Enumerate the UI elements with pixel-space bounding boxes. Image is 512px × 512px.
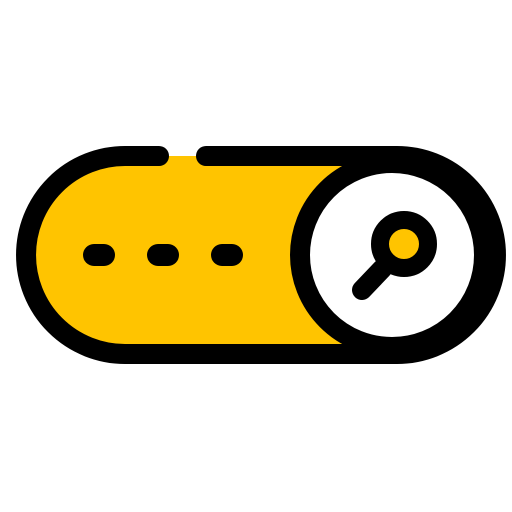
search-toggle-illustration — [0, 0, 512, 512]
magnifier-lens — [371, 211, 437, 277]
search-toggle-icon — [16, 146, 506, 364]
